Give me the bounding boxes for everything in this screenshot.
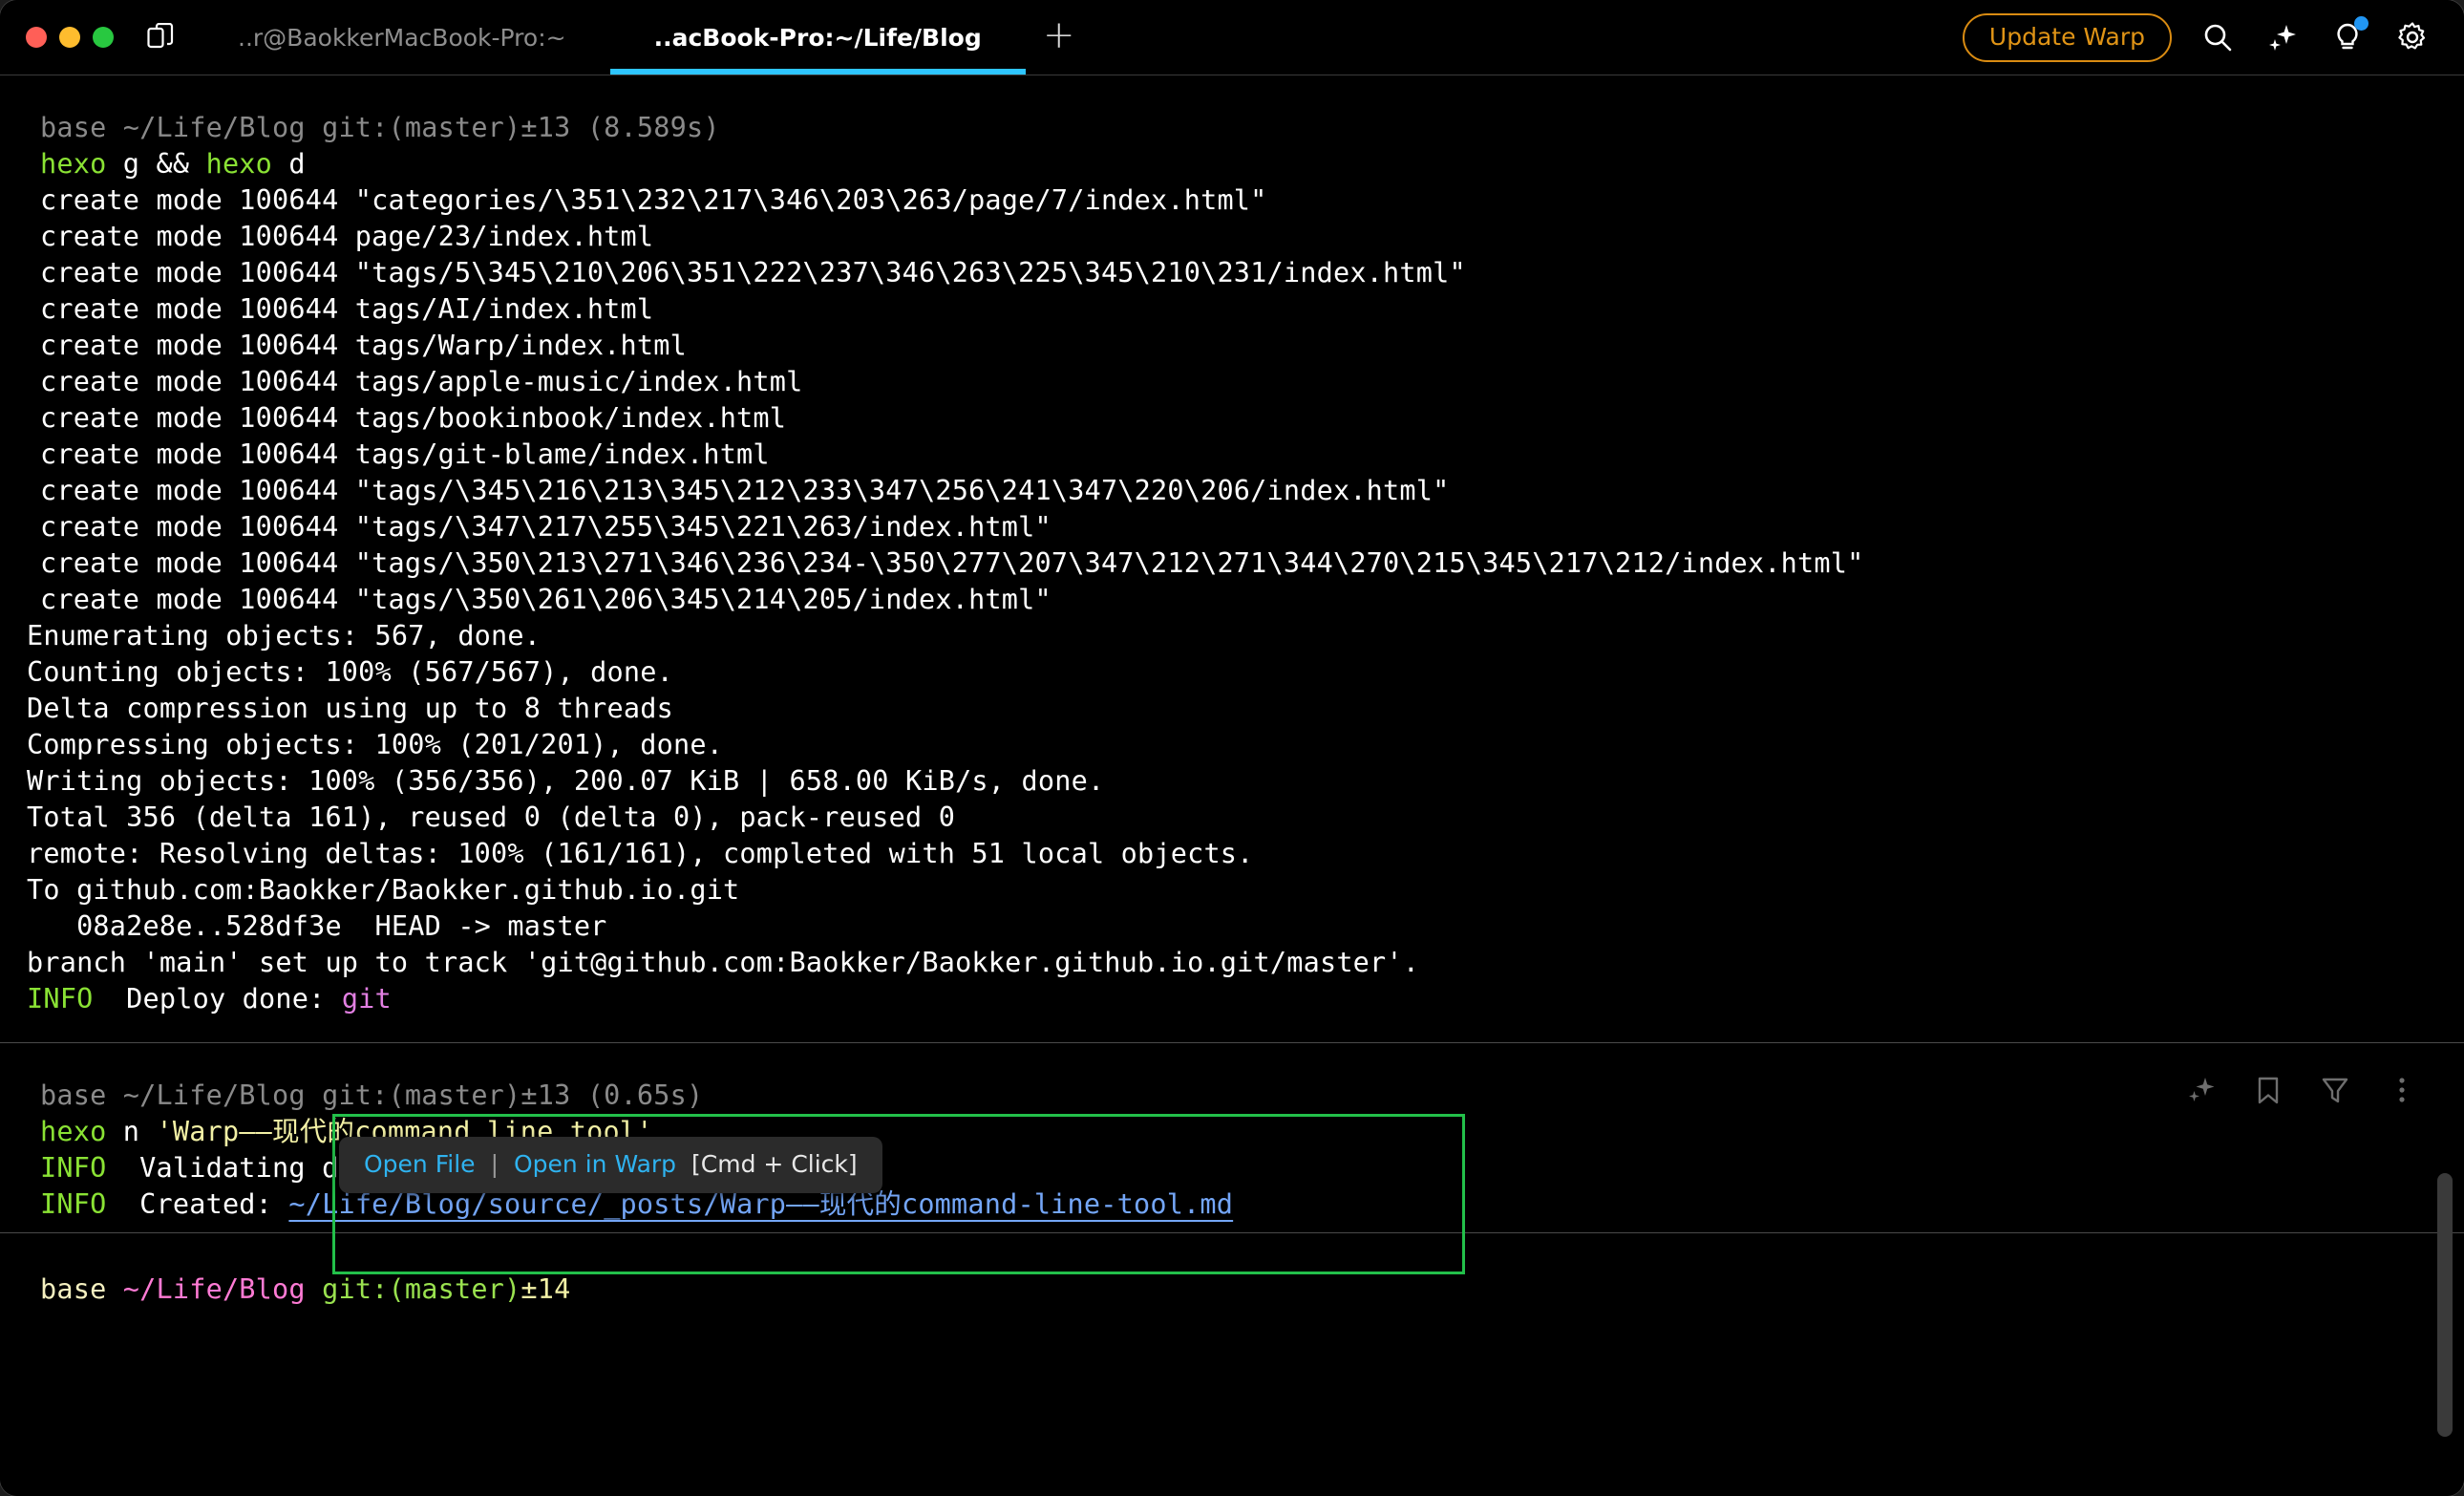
warp-terminal-window: ..r@BaokkerMacBook-Pro:~ ..acBook-Pro:~/…	[0, 0, 2464, 1496]
output-line: Delta compression using up to 8 threads	[27, 693, 673, 724]
output-line: create mode 100644 "tags/\347\217\255\34…	[40, 511, 1051, 543]
command-name-2: hexo	[205, 148, 273, 180]
block1-output: create mode 100644 "categories/\351\232\…	[0, 182, 2464, 1017]
command-args-1: g &&	[106, 148, 206, 180]
vertical-scrollbar[interactable]	[2437, 1173, 2453, 1437]
info-tag: INFO	[27, 983, 94, 1015]
output-line: Enumerating objects: 567, done.	[27, 620, 542, 652]
output-line: create mode 100644 page/23/index.html	[40, 221, 654, 252]
terminal-area[interactable]: base ~/Life/Blog git:(master)±13 (8.589s…	[0, 75, 2464, 1496]
open-in-warp-link[interactable]: Open in Warp	[514, 1150, 676, 1178]
maximize-window-button[interactable]	[93, 27, 114, 48]
command-block-2[interactable]: base ~/Life/Blog git:(master)±13 (0.65s)…	[0, 1043, 2464, 1437]
deploy-value: git	[341, 983, 392, 1015]
update-warp-button[interactable]: Update Warp	[1962, 12, 2172, 62]
command-sub: n	[106, 1116, 157, 1147]
sparkle-icon[interactable]	[2263, 18, 2302, 56]
search-icon[interactable]	[2198, 18, 2237, 56]
output-line: create mode 100644 tags/apple-music/inde…	[40, 366, 803, 397]
output-line: create mode 100644 "tags/\350\213\271\34…	[40, 547, 1864, 579]
gear-icon[interactable]	[2393, 18, 2432, 56]
tab-life-blog[interactable]: ..acBook-Pro:~/Life/Blog	[609, 0, 1026, 75]
output-line: create mode 100644 "tags/5\345\210\206\3…	[40, 257, 1466, 289]
output-line: remote: Resolving deltas: 100% (161/161)…	[27, 838, 1254, 869]
tooltip-shortcut: [Cmd + Click]	[691, 1150, 858, 1178]
title-bar: ..r@BaokkerMacBook-Pro:~ ..acBook-Pro:~/…	[0, 0, 2464, 75]
minimize-window-button[interactable]	[59, 27, 80, 48]
output-line: Counting objects: 100% (567/567), done.	[27, 656, 673, 688]
file-link-tooltip[interactable]: Open File | Open in Warp [Cmd + Click]	[339, 1137, 882, 1193]
deploy-text: Deploy done:	[93, 983, 342, 1015]
output-line: branch 'main' set up to track 'git@githu…	[27, 947, 1420, 978]
sparkle-icon[interactable]	[2185, 1074, 2218, 1106]
output-line: create mode 100644 tags/bookinbook/index…	[40, 402, 787, 434]
close-window-button[interactable]	[26, 27, 47, 48]
command-block-1[interactable]: base ~/Life/Blog git:(master)±13 (8.589s…	[0, 75, 2464, 1042]
tab-home[interactable]: ..r@BaokkerMacBook-Pro:~	[194, 0, 610, 75]
output-line: create mode 100644 "tags/\350\261\206\34…	[40, 584, 1051, 615]
window-controls	[0, 27, 114, 48]
toolbar-actions: Update Warp	[1962, 12, 2464, 62]
split-pane-icon[interactable]	[146, 23, 175, 52]
info-text: Created:	[106, 1188, 289, 1220]
lightbulb-icon[interactable]	[2328, 16, 2368, 56]
block2-prompt: base ~/Life/Blog git:(master)±13 (0.65s)	[40, 1079, 704, 1111]
prompt-change-count: ±14	[520, 1273, 571, 1305]
block-action-icons	[2185, 1074, 2418, 1106]
output-line: Compressing objects: 100% (201/201), don…	[27, 729, 724, 760]
info-tag: INFO	[40, 1152, 107, 1184]
output-line: create mode 100644 "categories/\351\232\…	[40, 184, 1267, 216]
tab-strip: ..r@BaokkerMacBook-Pro:~ ..acBook-Pro:~/…	[194, 0, 1026, 75]
info-tag: INFO	[40, 1188, 107, 1220]
output-line: To github.com:Baokker/Baokker.github.io.…	[27, 874, 740, 906]
deploy-done-line: INFO Deploy done: git	[0, 981, 2464, 1017]
output-line: create mode 100644 tags/git-blame/index.…	[40, 438, 770, 470]
final-prompt: base ~/Life/Blog git:(master)±14	[0, 1272, 2464, 1308]
output-line: 08a2e8e..528df3e HEAD -> master	[27, 910, 607, 942]
block1-command: hexo g && hexo d	[0, 146, 2464, 182]
output-line: create mode 100644 "tags/\345\216\213\34…	[40, 475, 1450, 506]
prompt-base: base	[40, 1273, 123, 1305]
output-line: create mode 100644 tags/Warp/index.html	[40, 330, 687, 361]
active-prompt-block[interactable]: base ~/Life/Blog git:(master)±14	[0, 1233, 2464, 1308]
notification-badge	[2354, 16, 2368, 31]
prompt-path: ~/Life/Blog	[122, 1273, 306, 1305]
bookmark-icon[interactable]	[2252, 1074, 2284, 1106]
command-name: hexo	[40, 1116, 107, 1147]
tooltip-divider: |	[490, 1150, 499, 1178]
prompt-git-branch: git:(master)	[305, 1273, 521, 1305]
command-name: hexo	[40, 148, 107, 180]
command-args-2: d	[272, 148, 306, 180]
output-line: Writing objects: 100% (356/356), 200.07 …	[27, 765, 1105, 797]
more-options-icon[interactable]	[2386, 1074, 2418, 1106]
filter-icon[interactable]	[2319, 1074, 2351, 1106]
output-line: Total 356 (delta 161), reused 0 (delta 0…	[27, 801, 956, 833]
block1-prompt: base ~/Life/Blog git:(master)±13 (8.589s…	[40, 112, 720, 143]
output-line: create mode 100644 tags/AI/index.html	[40, 293, 654, 325]
new-tab-button[interactable]: +	[1026, 0, 1093, 76]
open-file-link[interactable]: Open File	[364, 1150, 476, 1178]
